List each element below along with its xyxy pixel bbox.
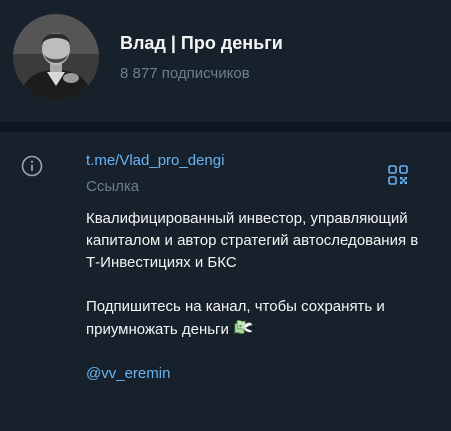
description-call-to-action: Подпишитесь на канал, чтобы сохранять и … bbox=[86, 296, 431, 341]
info-circle-icon bbox=[21, 155, 43, 177]
channel-link[interactable]: t.me/Vlad_pro_dengi bbox=[86, 152, 224, 169]
subscriber-count: 8 877 подписчиков bbox=[120, 65, 250, 82]
link-caption: Ссылка bbox=[86, 178, 140, 195]
qr-code-icon[interactable] bbox=[387, 164, 409, 186]
section-divider bbox=[0, 122, 451, 132]
channel-info-section: t.me/Vlad_pro_dengi Ссылка Квалифицирова… bbox=[0, 132, 451, 431]
money-with-wings-emoji bbox=[234, 320, 253, 334]
description-paragraph: Квалифицированный инвестор, управляющий … bbox=[86, 210, 419, 271]
channel-header: Влад | Про деньги 8 877 подписчиков bbox=[0, 0, 451, 122]
channel-description: Квалифицированный инвестор, управляющий … bbox=[86, 208, 431, 385]
author-mention-link[interactable]: @vv_eremin bbox=[86, 365, 170, 382]
channel-avatar[interactable] bbox=[13, 14, 99, 100]
author-mention: @vv_eremin bbox=[86, 363, 431, 385]
channel-title: Влад | Про деньги bbox=[120, 33, 283, 53]
